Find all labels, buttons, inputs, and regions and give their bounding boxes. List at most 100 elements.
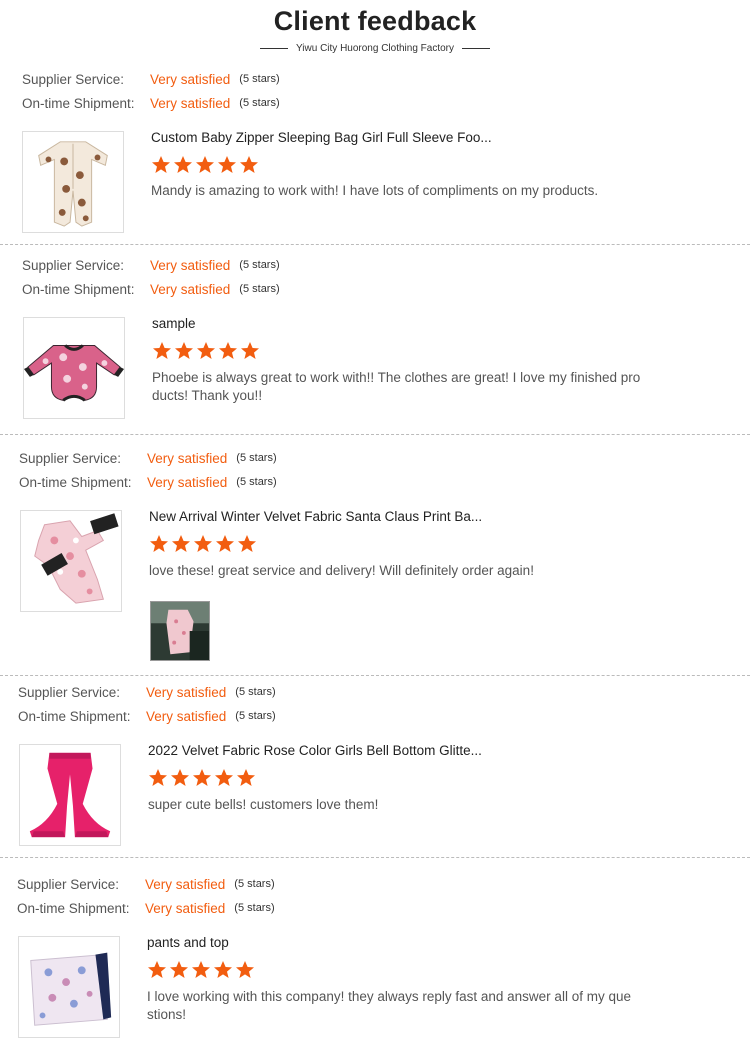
supplier-service-row: Supplier Service: Very satisfied (5 star… (18, 684, 276, 700)
product-title[interactable]: New Arrival Winter Velvet Fabric Santa C… (149, 509, 482, 524)
star-icon (147, 960, 167, 980)
star-icon (149, 534, 169, 554)
star-rating (152, 341, 260, 361)
customer-photo[interactable] (150, 601, 210, 661)
star-icon (213, 960, 233, 980)
review-comment: super cute bells! customers love them! (148, 797, 379, 812)
ontime-shipment-stars: (5 stars) (239, 283, 280, 295)
star-icon (148, 768, 168, 788)
star-icon (235, 960, 255, 980)
ontime-shipment-row: On-time Shipment: Very satisfied (5 star… (18, 708, 276, 724)
supplier-service-row: Supplier Service: Very satisfied (5 star… (19, 450, 277, 466)
star-rating (147, 960, 255, 980)
product-thumbnail[interactable] (18, 936, 120, 1038)
star-icon (151, 155, 171, 175)
review-comment: love these! great service and delivery! … (149, 563, 534, 578)
ontime-shipment-value: Very satisfied (145, 900, 226, 916)
ontime-shipment-value: Very satisfied (147, 474, 228, 490)
ontime-shipment-value: Very satisfied (150, 281, 231, 297)
product-title[interactable]: 2022 Velvet Fabric Rose Color Girls Bell… (148, 743, 482, 758)
star-icon (191, 960, 211, 980)
star-icon (240, 341, 260, 361)
customer-photo-image (151, 602, 209, 660)
supplier-service-label: Supplier Service: (18, 684, 121, 700)
star-icon (218, 341, 238, 361)
star-rating (148, 768, 256, 788)
dashed-divider (0, 244, 750, 245)
supplier-service-label: Supplier Service: (22, 71, 125, 87)
star-icon (214, 768, 234, 788)
supplier-service-value: Very satisfied (150, 257, 231, 273)
dashed-divider (0, 857, 750, 858)
review-comment: Mandy is amazing to work with! I have lo… (151, 183, 599, 198)
star-icon (236, 768, 256, 788)
ontime-shipment-label: On-time Shipment: (17, 900, 130, 916)
supplier-service-stars: (5 stars) (239, 73, 280, 85)
star-icon (152, 341, 172, 361)
divider-line (259, 47, 288, 49)
star-icon (217, 155, 237, 175)
dashed-divider (0, 675, 750, 676)
sleeper-image (23, 132, 123, 232)
supplier-service-stars: (5 stars) (234, 878, 275, 890)
product-thumbnail[interactable] (19, 744, 121, 846)
ontime-shipment-label: On-time Shipment: (18, 708, 131, 724)
star-icon (237, 534, 257, 554)
ontime-shipment-label: On-time Shipment: (19, 474, 132, 490)
ontime-shipment-stars: (5 stars) (235, 710, 276, 722)
supplier-service-label: Supplier Service: (22, 257, 125, 273)
star-icon (239, 155, 259, 175)
star-icon (173, 155, 193, 175)
ontime-shipment-value: Very satisfied (146, 708, 227, 724)
fabric-image (19, 937, 119, 1037)
ontime-shipment-row: On-time Shipment: Very satisfied (5 star… (22, 281, 280, 297)
divider-line (462, 47, 491, 49)
product-thumbnail[interactable] (20, 510, 122, 612)
supplier-service-value: Very satisfied (146, 684, 227, 700)
ontime-shipment-stars: (5 stars) (234, 902, 275, 914)
page-header: Client feedback Yiwu City Huorong Clothi… (0, 0, 750, 62)
supplier-service-stars: (5 stars) (236, 452, 277, 464)
bell-bottoms-image (20, 745, 120, 845)
star-icon (196, 341, 216, 361)
product-title[interactable]: Custom Baby Zipper Sleeping Bag Girl Ful… (151, 130, 492, 145)
ontime-shipment-label: On-time Shipment: (22, 281, 135, 297)
supplier-service-stars: (5 stars) (239, 259, 280, 271)
page-subtitle: Yiwu City Huorong Clothing Factory (295, 42, 455, 54)
product-thumbnail[interactable] (22, 131, 124, 233)
product-title[interactable]: pants and top (147, 935, 229, 950)
gown-image (21, 511, 121, 611)
star-icon (174, 341, 194, 361)
star-icon (170, 768, 190, 788)
ontime-shipment-row: On-time Shipment: Very satisfied (5 star… (22, 95, 280, 111)
star-icon (192, 768, 212, 788)
ontime-shipment-row: On-time Shipment: Very satisfied (5 star… (17, 900, 275, 916)
ontime-shipment-stars: (5 stars) (236, 476, 277, 488)
page-title: Client feedback (273, 6, 477, 36)
supplier-service-value: Very satisfied (147, 450, 228, 466)
subtitle-row: Yiwu City Huorong Clothing Factory (0, 41, 750, 55)
ontime-shipment-stars: (5 stars) (239, 97, 280, 109)
star-icon (195, 155, 215, 175)
star-rating (149, 534, 257, 554)
star-icon (193, 534, 213, 554)
supplier-service-stars: (5 stars) (235, 686, 276, 698)
supplier-service-row: Supplier Service: Very satisfied (5 star… (22, 71, 280, 87)
supplier-service-value: Very satisfied (145, 876, 226, 892)
ontime-shipment-label: On-time Shipment: (22, 95, 135, 111)
star-icon (169, 960, 189, 980)
supplier-service-row: Supplier Service: Very satisfied (5 star… (22, 257, 280, 273)
star-icon (215, 534, 235, 554)
romper-image (24, 318, 124, 418)
supplier-service-label: Supplier Service: (19, 450, 122, 466)
supplier-service-label: Supplier Service: (17, 876, 120, 892)
supplier-service-value: Very satisfied (150, 71, 231, 87)
supplier-service-row: Supplier Service: Very satisfied (5 star… (17, 876, 275, 892)
product-title[interactable]: sample (152, 316, 196, 331)
review-comment: Phoebe is always great to work with!! Th… (152, 370, 641, 403)
star-icon (171, 534, 191, 554)
dashed-divider (0, 434, 750, 435)
ontime-shipment-row: On-time Shipment: Very satisfied (5 star… (19, 474, 277, 490)
product-thumbnail[interactable] (23, 317, 125, 419)
star-rating (151, 155, 259, 175)
